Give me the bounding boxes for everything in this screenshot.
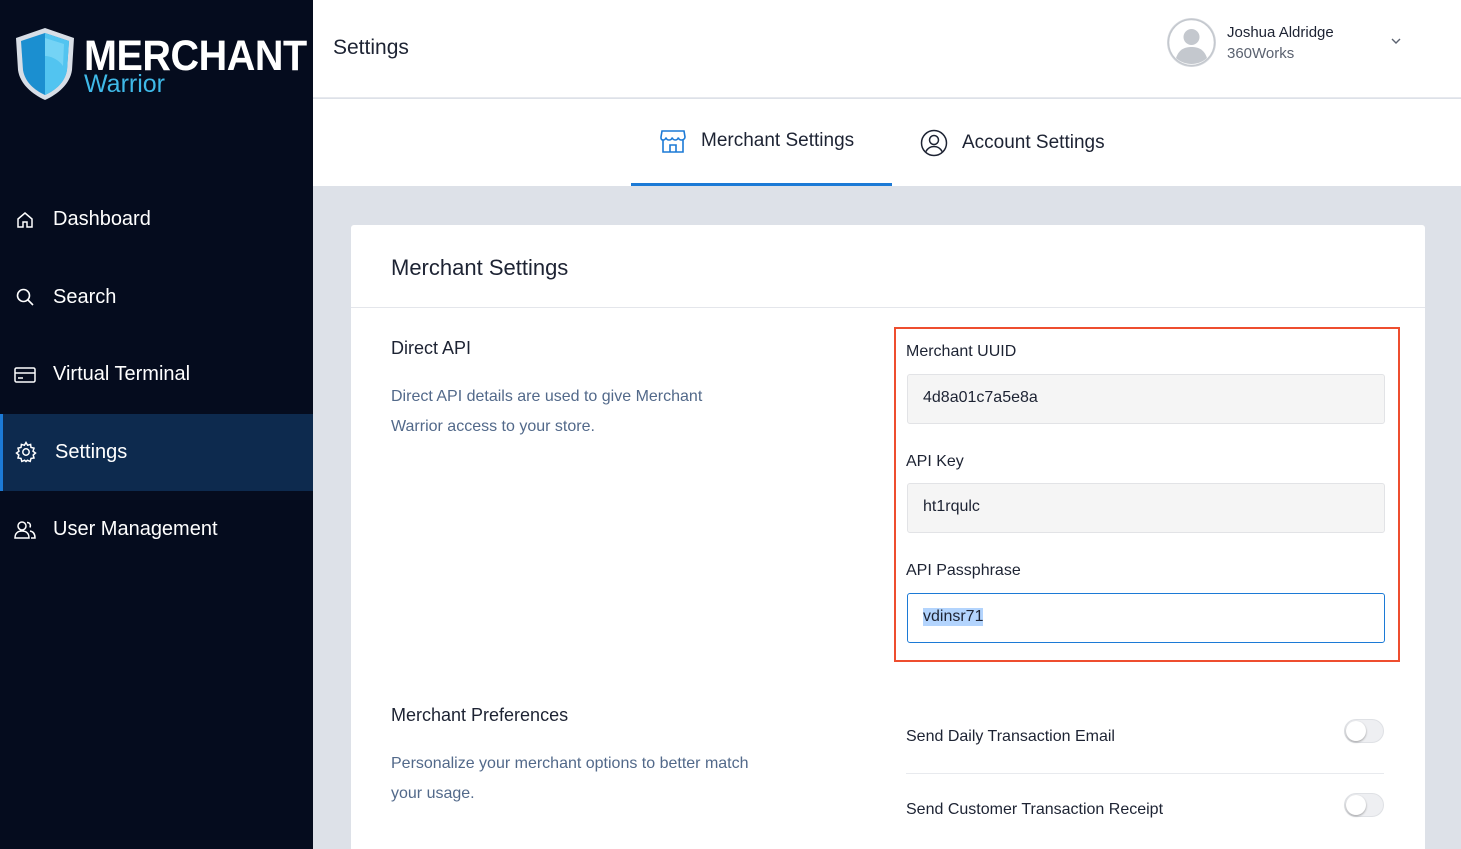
sidebar-item-label: Dashboard xyxy=(53,208,151,231)
user-avatar-icon xyxy=(1167,18,1216,67)
toggle-knob xyxy=(1346,795,1366,815)
merchant-warrior-logo[interactable]: MERCHANT Warrior xyxy=(12,24,307,104)
logo-word-warrior: Warrior xyxy=(84,70,166,98)
tab-merchant-settings[interactable]: Merchant Settings xyxy=(631,99,892,186)
sidebar-item-label: User Management xyxy=(53,518,218,541)
sidebar-item-settings[interactable]: Settings xyxy=(0,413,313,491)
users-icon xyxy=(14,519,36,541)
home-icon xyxy=(14,209,36,231)
pref-daily-email-row: Send Daily Transaction Email xyxy=(906,719,1384,792)
sidebar-item-dashboard[interactable]: Dashboard xyxy=(0,181,313,259)
api-passphrase-field[interactable]: vdinsr71 xyxy=(907,593,1385,643)
direct-api-description: Direct API details are used to give Merc… xyxy=(391,388,703,435)
merchant-uuid-field[interactable]: 4d8a01c7a5e8a xyxy=(907,374,1385,424)
user-name: Joshua Aldridge xyxy=(1227,24,1334,41)
account-icon xyxy=(920,129,948,157)
api-key-label: API Key xyxy=(906,453,964,470)
direct-api-title: Direct API xyxy=(391,338,472,358)
sidebar-item-search[interactable]: Search xyxy=(0,259,313,337)
top-header: Settings Joshua Aldridge 360Works xyxy=(313,0,1461,98)
merchant-settings-card: Merchant Settings Direct API Direct API … xyxy=(351,225,1425,849)
card-icon xyxy=(14,364,36,386)
sidebar-item-virtual-terminal[interactable]: Virtual Terminal xyxy=(0,336,313,414)
pref-customer-receipt-row: Send Customer Transaction Receipt xyxy=(906,792,1384,849)
api-key-value: ht1rqulc xyxy=(923,498,980,515)
user-organization: 360Works xyxy=(1227,45,1295,62)
search-icon xyxy=(14,286,36,308)
card-header: Merchant Settings xyxy=(351,225,1425,308)
merchant-uuid-label: Merchant UUID xyxy=(906,343,1017,360)
page-title: Settings xyxy=(333,36,409,59)
api-passphrase-label: API Passphrase xyxy=(906,562,1021,579)
divider xyxy=(906,773,1384,774)
settings-tabs: Merchant Settings Account Settings xyxy=(313,99,1461,186)
shield-logo-icon xyxy=(16,28,74,100)
sidebar-item-label: Search xyxy=(53,285,117,308)
sidebar-nav: Dashboard Search Virtual Terminal Settin… xyxy=(0,181,313,569)
gear-icon xyxy=(15,441,37,463)
sidebar-item-label: Settings xyxy=(55,440,128,463)
merchant-preferences-description: Personalize your merchant options to bet… xyxy=(391,755,749,802)
pref-customer-receipt-label: Send Customer Transaction Receipt xyxy=(906,801,1164,818)
sidebar-item-user-management[interactable]: User Management xyxy=(0,491,313,569)
chevron-down-icon[interactable] xyxy=(1389,34,1403,48)
api-passphrase-value: vdinsr71 xyxy=(923,608,984,626)
customer-receipt-toggle[interactable] xyxy=(1344,793,1384,817)
card-title: Merchant Settings xyxy=(391,255,569,280)
pref-daily-email-label: Send Daily Transaction Email xyxy=(906,728,1115,745)
toggle-knob xyxy=(1346,721,1366,741)
sidebar-item-label: Virtual Terminal xyxy=(53,363,191,386)
tab-label: Account Settings xyxy=(962,131,1105,153)
user-menu[interactable]: Joshua Aldridge 360Works xyxy=(1167,18,1407,68)
api-key-field[interactable]: ht1rqulc xyxy=(907,483,1385,533)
merchant-preferences-title: Merchant Preferences xyxy=(391,705,569,725)
sidebar: MERCHANT Warrior Dashboard Search Virtua… xyxy=(0,0,313,849)
tab-account-settings[interactable]: Account Settings xyxy=(920,99,1140,186)
avatar xyxy=(1167,18,1216,67)
merchant-uuid-value: 4d8a01c7a5e8a xyxy=(923,389,1038,406)
daily-email-toggle[interactable] xyxy=(1344,719,1384,743)
tab-label: Merchant Settings xyxy=(701,130,855,151)
store-icon xyxy=(659,127,687,155)
